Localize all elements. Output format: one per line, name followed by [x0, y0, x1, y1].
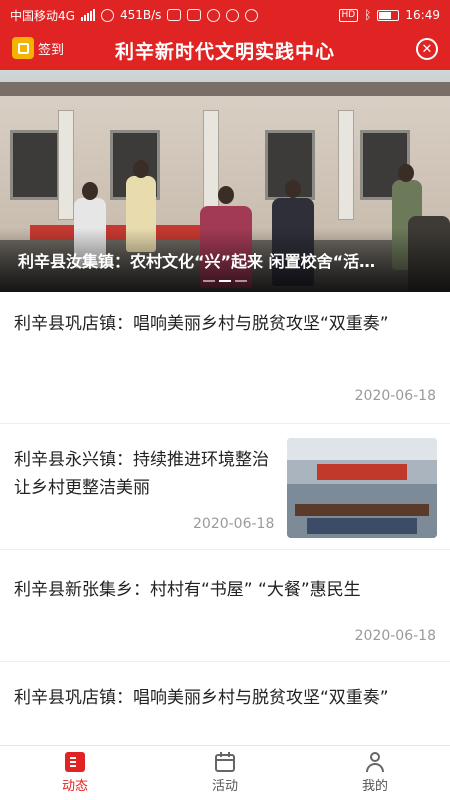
- news-title: 利辛县巩店镇：唱响美丽乡村与脱贫攻坚“双重奏”: [14, 314, 389, 334]
- news-icon: [64, 752, 86, 772]
- checkin-icon: [12, 37, 34, 59]
- banner-caption[interactable]: 利辛县汝集镇：农村文化“兴”起来 闲置校舍“活…: [18, 248, 444, 272]
- list-item[interactable]: 利辛县巩店镇：唱响美丽乡村与脱贫攻坚“双重奏”: [0, 662, 450, 745]
- thumb-audience: [307, 518, 417, 534]
- tab-label: 活动: [211, 779, 238, 794]
- list-item[interactable]: 利辛县永兴镇：持续推进环境整治 让乡村更整洁美丽 2020-06-18: [0, 424, 450, 550]
- thumb-ceiling: [287, 438, 437, 460]
- tab-news[interactable]: 动态: [0, 746, 150, 800]
- carousel-dot-active: [219, 280, 231, 282]
- news-title: 利辛县新张集乡：村村有“书屋” “大餐”惠民生: [14, 580, 361, 600]
- signal-icon: [80, 9, 95, 21]
- app-header: 签到 利辛新时代文明实践中心 ✕: [0, 30, 450, 70]
- tab-label: 我的: [361, 779, 388, 794]
- bottom-tab-bar: 动态 活动 我的: [0, 745, 450, 800]
- banner-image-person-head: [285, 180, 301, 198]
- banner-image-person-head: [82, 182, 98, 200]
- calendar-icon: [214, 752, 236, 772]
- news-title: 利辛县永兴镇：持续推进环境整治 让乡村更整洁美丽: [14, 450, 269, 498]
- banner-image-roof: [0, 82, 450, 96]
- tab-activity[interactable]: 活动: [150, 746, 300, 800]
- tab-mine[interactable]: 我的: [300, 746, 450, 800]
- banner-image-pillar: [58, 110, 74, 220]
- carousel-indicator: [0, 280, 450, 282]
- banner-image-pillar: [203, 110, 219, 220]
- news-title: 利辛县巩店镇：唱响美丽乡村与脱贫攻坚“双重奏”: [14, 688, 389, 708]
- chat-icon: [187, 9, 202, 21]
- battery-icon: [377, 9, 400, 21]
- bluetooth-icon: ᛒ: [364, 8, 372, 22]
- weibo-icon: [245, 8, 259, 22]
- list-item[interactable]: 利辛县巩店镇：唱响美丽乡村与脱贫攻坚“双重奏” 2020-06-18: [0, 292, 450, 424]
- thumb-banner: [317, 464, 407, 480]
- status-bar: 中国移动4G 451B/s HD ᛒ 16:49: [0, 0, 450, 30]
- list-item[interactable]: 利辛县新张集乡：村村有“书屋” “大餐”惠民生 2020-06-18: [0, 550, 450, 662]
- thumb-table: [295, 504, 429, 516]
- carrier-label: 中国移动4G: [10, 8, 75, 23]
- banner-image-person-head: [218, 186, 234, 204]
- banner-image-person-head: [133, 160, 149, 178]
- hd-badge: HD: [338, 8, 359, 22]
- message-icon: [167, 9, 182, 21]
- wifi-icon: [100, 8, 114, 22]
- browser-icon: [226, 8, 240, 22]
- banner-carousel[interactable]: 利辛县汝集镇：农村文化“兴”起来 闲置校舍“活…: [0, 70, 450, 292]
- page-title: 利辛新时代文明实践中心: [114, 40, 335, 63]
- tab-label: 动态: [61, 779, 88, 794]
- news-date: 2020-06-18: [354, 628, 436, 644]
- banner-image-person-head: [398, 164, 414, 182]
- close-icon[interactable]: ✕: [416, 38, 438, 60]
- status-left: 中国移动4G 451B/s: [10, 7, 339, 24]
- network-speed: 451B/s: [119, 8, 162, 22]
- status-time: 16:49: [405, 8, 440, 22]
- banner-image-pillar: [338, 110, 354, 220]
- bird-icon: [207, 8, 221, 22]
- status-right: HD ᛒ 16:49: [338, 8, 440, 22]
- checkin-label: 签到: [38, 42, 65, 58]
- carousel-dot: [235, 280, 247, 282]
- user-icon: [364, 752, 386, 772]
- news-date: 2020-06-18: [193, 516, 275, 532]
- checkin-button[interactable]: 签到: [12, 37, 64, 59]
- news-thumbnail: [287, 438, 437, 538]
- banner-image-window: [10, 130, 60, 200]
- carousel-dot: [203, 280, 215, 282]
- news-date: 2020-06-18: [354, 388, 436, 404]
